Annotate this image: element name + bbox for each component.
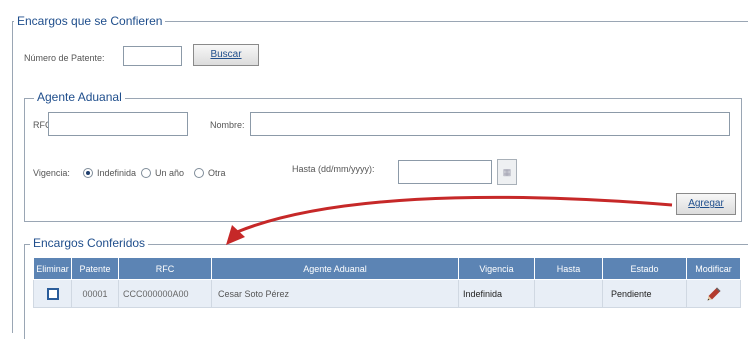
annotation-arrow — [226, 195, 673, 245]
